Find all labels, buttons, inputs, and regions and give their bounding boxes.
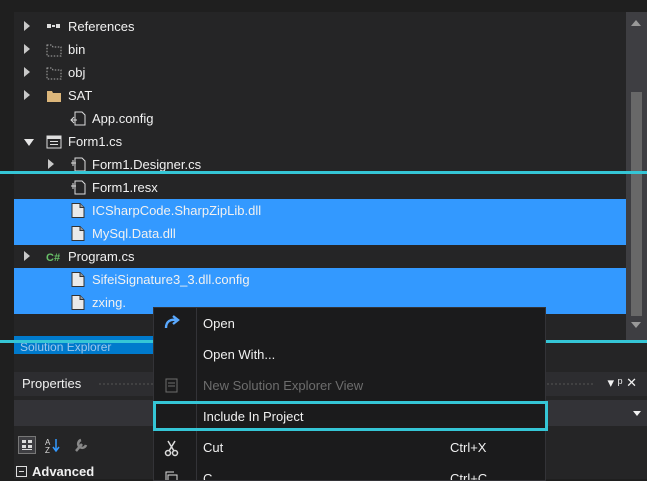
menu-item-label: Open	[203, 316, 235, 331]
tree-item-label: ICSharpCode.SharpZipLib.dll	[92, 203, 262, 218]
tree-item[interactable]: Form1.resx	[14, 176, 626, 199]
tree-item-label: Form1.resx	[92, 180, 158, 195]
menu-item-open[interactable]: Open	[154, 308, 545, 339]
menu-item-open-with[interactable]: Open With...	[154, 339, 545, 370]
collapsed-arrow-icon[interactable]	[24, 67, 30, 77]
folder-outline-icon	[46, 65, 62, 80]
advanced-label: Advanced	[32, 464, 95, 479]
new-view-icon	[162, 376, 182, 396]
designer-file-icon	[70, 157, 86, 172]
menu-item-label: Cut	[203, 440, 224, 455]
tree-item-label: SifeiSignature3_3.dll.config	[92, 272, 250, 287]
tree-item-label: obj	[68, 65, 86, 80]
scroll-down-icon[interactable]	[631, 322, 641, 328]
menu-item-shortcut: Ctrl+X	[450, 440, 487, 455]
file-icon	[70, 226, 86, 241]
categorized-icon[interactable]	[18, 436, 36, 454]
file-icon	[70, 272, 86, 287]
tree-item[interactable]: ICSharpCode.SharpZipLib.dll	[14, 199, 626, 222]
tree-item[interactable]: obj	[14, 61, 626, 84]
folder-icon	[46, 88, 62, 103]
menu-item-label: New Solution Explorer View	[203, 378, 364, 393]
tree-item[interactable]: References	[14, 15, 626, 38]
csharp-file-icon: C#	[46, 249, 62, 264]
menu-item-new-view[interactable]: New Solution Explorer View	[154, 370, 545, 401]
tree-item[interactable]: bin	[14, 38, 626, 61]
menu-item-copy[interactable]: C Ctrl+C	[154, 463, 545, 481]
window-controls[interactable]: ▾ ᵖ ✕	[607, 375, 637, 391]
menu-item-shortcut: Ctrl+C	[450, 471, 488, 481]
tree-item-label: bin	[68, 42, 86, 57]
tree-item[interactable]: C# Program.cs	[14, 245, 626, 268]
tree-item[interactable]: App.config	[14, 107, 626, 130]
property-pages-icon[interactable]	[72, 436, 90, 454]
tree-item[interactable]: SAT	[14, 84, 626, 107]
collapse-box-icon[interactable]	[16, 466, 28, 478]
collapsed-arrow-icon[interactable]	[24, 21, 30, 31]
tree-item[interactable]: Form1.cs	[14, 130, 626, 153]
drag-handle[interactable]	[98, 383, 158, 385]
collapsed-arrow-icon[interactable]	[24, 90, 30, 100]
menu-item-label: Open With...	[203, 347, 276, 362]
form-icon	[46, 134, 62, 149]
collapsed-arrow-icon[interactable]	[24, 251, 30, 261]
folder-outline-icon	[46, 42, 62, 57]
tree-item-label: MySql.Data.dll	[92, 226, 176, 241]
copy-icon	[162, 469, 182, 480]
tree-item-label: App.config	[92, 111, 154, 126]
menu-item-label: C	[203, 471, 213, 481]
scissors-icon	[162, 438, 182, 458]
tree-item-label: SAT	[68, 88, 93, 103]
tree-item[interactable]: MySql.Data.dll	[14, 222, 626, 245]
expanded-arrow-icon[interactable]	[24, 139, 34, 146]
open-arrow-icon	[162, 314, 182, 334]
advanced-category[interactable]: Advanced	[14, 462, 154, 479]
svg-text:Z: Z	[45, 446, 50, 454]
scroll-up-icon[interactable]	[631, 20, 641, 26]
context-menu: Open Open With... New Solution Explorer Vi…	[153, 307, 546, 481]
include-in-project-highlight-box	[153, 401, 548, 431]
resx-file-icon	[70, 180, 86, 195]
collapsed-arrow-icon[interactable]	[24, 44, 30, 54]
tree-item-label: zxing.	[92, 295, 126, 310]
chevron-down-icon[interactable]	[633, 411, 641, 416]
tab-solution-explorer[interactable]: Solution Explorer	[14, 336, 160, 354]
tree-item[interactable]: SifeiSignature3_3.dll.config	[14, 268, 626, 291]
tree-item-label: References	[68, 19, 135, 34]
file-icon	[70, 203, 86, 218]
tree-item-label: Form1.cs	[68, 134, 123, 149]
tree-item-label: Program.cs	[68, 249, 135, 264]
alphabetical-icon[interactable]: AZ	[44, 436, 62, 455]
tree-item-label: Form1.Designer.cs	[92, 157, 202, 172]
highlight-line-top	[0, 171, 647, 174]
config-file-icon	[70, 111, 86, 126]
collapsed-arrow-icon[interactable]	[48, 159, 54, 169]
drag-handle-right[interactable]	[542, 383, 594, 385]
svg-text:C#: C#	[46, 252, 60, 264]
references-icon	[46, 19, 62, 34]
properties-title: Properties	[22, 376, 82, 391]
scroll-thumb[interactable]	[631, 92, 642, 316]
properties-toolbar: AZ	[14, 432, 154, 460]
file-icon	[70, 295, 86, 310]
menu-item-cut[interactable]: Cut Ctrl+X	[154, 432, 545, 463]
vertical-scrollbar[interactable]	[626, 12, 647, 340]
